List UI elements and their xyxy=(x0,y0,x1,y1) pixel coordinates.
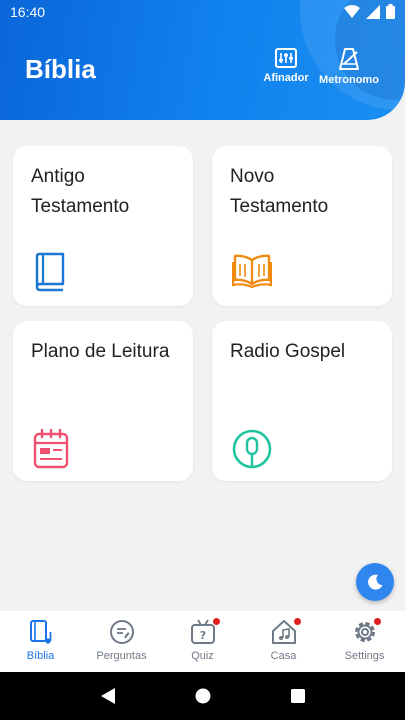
metronomo-label: Metronomo xyxy=(319,74,379,86)
card-label: Plano de Leitura xyxy=(31,341,170,362)
app-header: 16:40 Bíblia Afinador Metronomo xyxy=(0,0,405,120)
moon-icon xyxy=(368,574,383,590)
page-title: Bíblia xyxy=(25,54,96,84)
card-label: Novo Testamento xyxy=(230,166,329,217)
card-novo-testamento[interactable]: Novo Testamento xyxy=(212,146,392,306)
metronome-icon xyxy=(339,48,359,70)
microphone-icon xyxy=(232,429,272,469)
back-icon[interactable] xyxy=(100,687,116,705)
nav-item-settings[interactable]: Settings xyxy=(324,611,405,672)
tuner-sliders-icon xyxy=(275,48,297,68)
bible-music-icon xyxy=(29,620,51,644)
nav-item-casa[interactable]: Casa xyxy=(243,611,324,672)
metronomo-button[interactable]: Metronomo xyxy=(316,48,382,86)
card-plano-de-leitura[interactable]: Plano de Leitura xyxy=(13,321,193,481)
notification-dot xyxy=(294,618,301,625)
nav-label: Perguntas xyxy=(96,650,147,662)
book-closed-icon xyxy=(35,252,65,292)
nav-label: Quiz xyxy=(191,650,214,662)
battery-icon xyxy=(386,4,395,19)
music-house-icon xyxy=(271,620,296,644)
home-icon[interactable] xyxy=(195,688,211,704)
status-icons xyxy=(344,4,395,19)
status-bar: 16:40 xyxy=(0,0,405,24)
wifi-icon xyxy=(344,4,360,18)
nav-label: Settings xyxy=(344,650,385,662)
afinador-label: Afinador xyxy=(263,72,309,84)
svg-text:?: ? xyxy=(199,629,205,642)
system-nav-bar xyxy=(0,672,405,720)
card-radio-gospel[interactable]: Radio Gospel xyxy=(212,321,392,481)
calendar-icon xyxy=(33,429,69,469)
nav-item-biblia[interactable]: Bíblia xyxy=(0,611,81,672)
questions-icon xyxy=(109,620,134,644)
notification-dot xyxy=(374,618,381,625)
book-open-icon xyxy=(232,254,272,288)
recents-icon[interactable] xyxy=(290,688,306,704)
nav-item-perguntas[interactable]: Perguntas xyxy=(81,611,162,672)
status-time: 16:40 xyxy=(10,4,46,20)
card-label: Radio Gospel xyxy=(230,341,346,362)
night-mode-button[interactable] xyxy=(356,563,394,601)
nav-label: Casa xyxy=(270,650,297,662)
quiz-icon: ? xyxy=(190,619,215,644)
nav-item-quiz[interactable]: ? Quiz xyxy=(162,611,243,672)
afinador-button[interactable]: Afinador xyxy=(262,48,310,84)
bottom-nav: Bíblia Perguntas ? Quiz Casa Settings xyxy=(0,611,405,672)
card-label: Antigo Testamento xyxy=(31,166,130,217)
notification-dot xyxy=(213,618,220,625)
signal-icon xyxy=(366,4,380,19)
nav-label: Bíblia xyxy=(26,650,55,662)
card-antigo-testamento[interactable]: Antigo Testamento xyxy=(13,146,193,306)
